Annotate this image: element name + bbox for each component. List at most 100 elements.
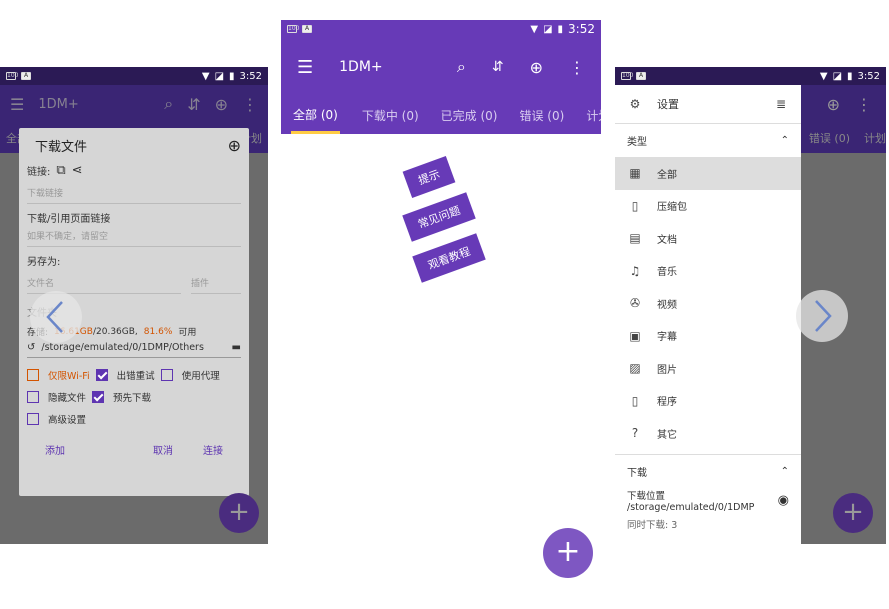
ref-input[interactable]: 如果不确定，请留空 xyxy=(27,225,241,247)
drawer-item-image[interactable]: ▨ 图片 xyxy=(615,352,801,385)
advanced-label: 高级设置 xyxy=(48,415,87,426)
signal-icon: ◪ xyxy=(214,70,225,82)
phone-center: 100 A ▼ ◪ ▮ 3:52 ☰ 1DM+ ⌕ ⇵ ⊕ ⋮ 全部 (0) 下… xyxy=(281,20,601,595)
cancel-button[interactable]: 取消 xyxy=(153,442,173,457)
notification-icon: 100 xyxy=(6,72,19,80)
wifi-checkbox[interactable] xyxy=(27,369,39,381)
drawer-item-all[interactable]: ▦ 全部 xyxy=(615,157,801,190)
type-section[interactable]: 类型 ⌃ xyxy=(615,123,801,157)
drawer-item-archive[interactable]: ▯ 压缩包 xyxy=(615,190,801,223)
link-input[interactable]: 下载链接 xyxy=(27,182,241,204)
drawer-item-music[interactable]: ♫ 音乐 xyxy=(615,255,801,288)
browser-icon[interactable]: ⊕ xyxy=(530,58,543,77)
history-icon[interactable]: ↺ xyxy=(27,342,35,353)
add-fab[interactable]: + xyxy=(543,528,593,578)
plugin-input[interactable]: 插件 xyxy=(191,272,241,294)
hint-tag-faq[interactable]: 常见问题 xyxy=(402,192,476,242)
next-arrow[interactable] xyxy=(796,290,848,342)
location-path: /storage/emulated/0/1DMP xyxy=(627,501,755,513)
wifi-icon: ▼ xyxy=(819,70,828,82)
download-section-label: 下载 xyxy=(627,467,647,479)
notification-icon: 100 xyxy=(621,72,634,80)
share-icon[interactable]: ⋖ xyxy=(72,163,83,178)
drawer-item-subtitle[interactable]: ▣ 字幕 xyxy=(615,320,801,353)
document-icon: ▤ xyxy=(629,231,641,246)
drawer-item-document[interactable]: ▤ 文档 xyxy=(615,222,801,255)
sort-icon[interactable]: ⇵ xyxy=(492,59,504,75)
drawer-item-video[interactable]: ✇ 视频 xyxy=(615,287,801,320)
hidden-checkbox[interactable] xyxy=(27,391,39,403)
storage-suffix: 可用 xyxy=(178,328,197,338)
tab-completed[interactable]: 已完成 (0) xyxy=(441,107,498,124)
subtitle-icon: ▣ xyxy=(629,328,641,343)
drawer-item-label: 其它 xyxy=(657,429,677,441)
more-icon[interactable]: ⋮ xyxy=(242,95,258,114)
add-fab[interactable]: + xyxy=(833,493,873,533)
drawer-item-label: 程序 xyxy=(657,397,677,409)
drawer-item-other[interactable]: ? 其它 xyxy=(615,417,801,450)
wifi-label: 仅限Wi-Fi xyxy=(48,371,90,382)
copy-icon[interactable]: ⧉ xyxy=(56,163,65,178)
gear-icon[interactable]: ⚙ xyxy=(627,96,643,112)
path-field[interactable]: /storage/emulated/0/1DMP/Others xyxy=(41,342,225,353)
proxy-checkbox[interactable] xyxy=(160,369,173,381)
chevron-up-icon: ⌃ xyxy=(780,465,789,477)
add-fab[interactable]: + xyxy=(219,493,259,533)
storage-settings-icon[interactable]: ≣ xyxy=(773,96,789,112)
folder-icon[interactable]: ▬ xyxy=(232,342,241,353)
eye-icon[interactable]: ◉ xyxy=(778,493,789,508)
tab-bar: 全部 (0) 下载中 (0) 已完成 (0) 错误 (0) 计划 xyxy=(281,96,601,134)
archive-icon: ▯ xyxy=(631,198,639,213)
clock: 3:52 xyxy=(568,22,595,36)
proxy-label: 使用代理 xyxy=(181,371,220,382)
drawer-item-label: 文档 xyxy=(657,234,677,246)
connect-button[interactable]: 连接 xyxy=(203,442,223,457)
menu-icon[interactable]: ☰ xyxy=(10,95,24,114)
clock: 3:52 xyxy=(857,70,880,82)
download-section[interactable]: 下载 ⌃ xyxy=(615,453,801,488)
music-icon: ♫ xyxy=(629,263,641,278)
settings-label[interactable]: 设置 xyxy=(657,96,759,112)
sort-icon[interactable]: ⇵ xyxy=(187,95,200,114)
chevron-left-icon xyxy=(46,301,63,333)
search-icon[interactable]: ⌕ xyxy=(164,94,173,114)
concurrent-downloads[interactable]: 同时下载: 3 xyxy=(615,513,801,535)
advanced-checkbox[interactable] xyxy=(27,413,39,425)
signal-icon: ◪ xyxy=(832,70,843,82)
more-icon[interactable]: ⋮ xyxy=(856,95,872,114)
drawer-item-label: 音乐 xyxy=(657,267,677,279)
dialog-title: 下载文件 xyxy=(35,140,88,155)
battery-icon: ▮ xyxy=(229,70,235,82)
status-bar: 100 A ▼ ◪ ▮ 3:52 xyxy=(615,67,886,85)
storage-total: /20.36GB, xyxy=(92,326,138,337)
tab-error[interactable]: 错误 (0) xyxy=(519,107,564,124)
ref-label: 下载/引用页面链接 xyxy=(27,214,111,225)
tab-downloading[interactable]: 下载中 (0) xyxy=(362,107,419,124)
tab-all[interactable]: 全部 (0) xyxy=(291,96,340,134)
more-icon[interactable]: ⋮ xyxy=(569,58,585,77)
drawer-item-label: 字幕 xyxy=(657,332,677,344)
prev-arrow[interactable] xyxy=(30,291,82,343)
hint-tag-tips[interactable]: 提示 xyxy=(402,155,456,199)
preload-checkbox[interactable] xyxy=(92,391,105,403)
download-location[interactable]: 下载位置 /storage/emulated/0/1DMP ◉ xyxy=(615,488,801,513)
browser-icon[interactable]: ⊕ xyxy=(215,95,228,114)
tab-schedule[interactable]: 计划 xyxy=(586,107,601,124)
drawer-item-label: 视频 xyxy=(657,299,677,311)
menu-icon[interactable]: ☰ xyxy=(297,57,313,78)
drawer-item-label: 全部 xyxy=(657,169,677,181)
add-button[interactable]: 添加 xyxy=(45,442,65,457)
wifi-icon: ▼ xyxy=(201,70,210,82)
browser-icon[interactable]: ⊕ xyxy=(827,95,840,114)
clock: 3:52 xyxy=(239,70,262,82)
tab-schedule[interactable]: 计划 xyxy=(864,130,886,146)
search-icon[interactable]: ⌕ xyxy=(457,57,466,77)
retry-checkbox[interactable] xyxy=(95,369,108,381)
drawer-item-program[interactable]: ▯ 程序 xyxy=(615,385,801,418)
tab-error[interactable]: 错误 (0) xyxy=(809,130,850,146)
wifi-icon: ▼ xyxy=(530,23,539,35)
hint-tag-tutorial[interactable]: 观看教程 xyxy=(412,233,486,283)
nav-drawer: ⚙ 设置 ≣ 类型 ⌃ ▦ 全部 ▯ 压缩包 ▤ 文档 ♫ 音乐 ✇ 视频 ▣ 字幕 ▨ 图片… xyxy=(615,85,801,544)
browser-icon[interactable]: ⊕ xyxy=(228,136,241,155)
a-icon: A xyxy=(636,72,646,80)
